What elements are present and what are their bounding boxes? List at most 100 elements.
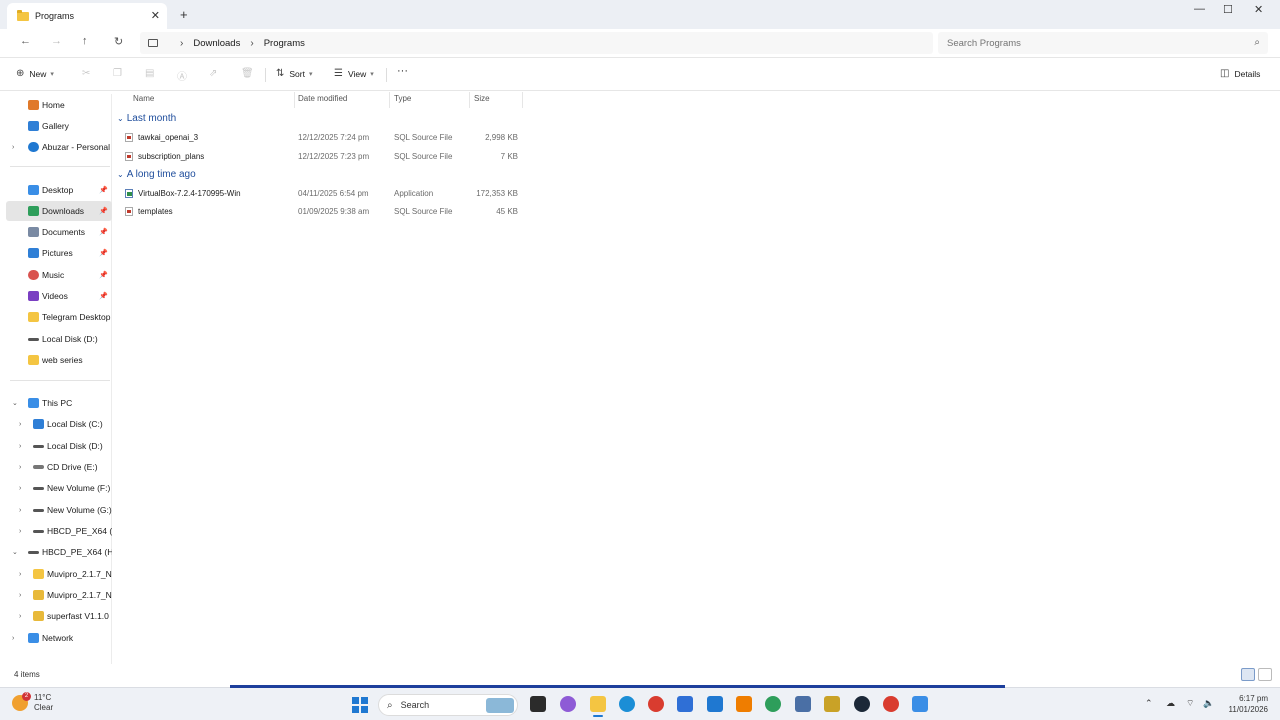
chevron-right-icon[interactable]: › [19,421,21,428]
new-tab-button[interactable]: + [180,7,188,22]
sidebar-item-documents[interactable]: Documents 📌 [6,222,112,242]
file-row[interactable]: templates 01/09/2025 9:38 am SQL Source … [120,203,520,221]
column-divider[interactable] [469,92,470,108]
sidebar-item-new-volume-g[interactable]: › New Volume (G:) [6,500,112,520]
sidebar-item-local-disk-d[interactable]: Local Disk (D:) [6,329,112,349]
sidebar-item-network[interactable]: › Network [6,628,112,648]
column-divider[interactable] [522,92,523,108]
column-header-size[interactable]: Size [474,94,490,106]
chevron-right-icon[interactable]: › [19,464,21,471]
sidebar-item-superfast[interactable]: › superfast V1.1.0 [6,606,112,626]
column-divider[interactable] [294,92,295,108]
chevron-right-icon[interactable]: › [12,144,14,151]
refresh-button[interactable]: ↻ [114,35,123,48]
chevron-right-icon[interactable]: › [19,507,21,514]
game-app-icon[interactable] [824,696,840,712]
close-window-button[interactable]: ✕ [1254,3,1263,16]
chevron-right-icon[interactable]: › [19,592,21,599]
weather-widget[interactable]: 2 11°C Clear [12,692,53,713]
rename-button[interactable]: Ⓐ [177,68,192,83]
sidebar-item-telegram-desktop[interactable]: Telegram Desktop [6,307,112,327]
start-button[interactable] [352,697,368,713]
group-header-long-ago[interactable]: ⌄ A long time ago [117,169,196,180]
close-tab-button[interactable]: ✕ [151,9,160,22]
wifi-icon[interactable]: ⌔ [1186,698,1194,709]
system-clock[interactable]: 6:17 pm 11/01/2026 [1222,693,1268,715]
copy-button[interactable]: ❐ [113,68,127,79]
chevron-down-icon[interactable]: ⌄ [12,548,18,556]
chevron-right-icon[interactable]: › [12,635,14,642]
sidebar-item-this-pc[interactable]: ⌄ This PC [6,393,112,413]
chrome-app-icon[interactable] [648,696,664,712]
volume-icon[interactable]: 🔈 [1203,698,1214,709]
paste-button[interactable]: ▤ [145,68,159,79]
terminal-app-icon[interactable] [530,696,546,712]
sidebar-item-desktop[interactable]: Desktop 📌 [6,180,112,200]
more-options-button[interactable]: ··· [397,65,408,77]
column-divider[interactable] [389,92,390,108]
chevron-right-icon[interactable]: › [19,443,21,450]
up-button[interactable]: ↑ [82,35,88,47]
view-button[interactable]: ☰ View ▾ [334,68,374,79]
chevron-right-icon[interactable]: › [19,613,21,620]
sidebar-item-new-volume-f[interactable]: › New Volume (F:) [6,478,112,498]
sidebar-item-web-series[interactable]: web series [6,350,112,370]
vlc-app-icon[interactable] [736,696,752,712]
vscode-app-icon[interactable] [707,696,723,712]
sidebar-item-home[interactable]: Home [6,95,112,115]
details-pane-button[interactable]: ◫ Details [1220,68,1260,79]
sidebar-item-videos[interactable]: Videos 📌 [6,286,112,306]
sidebar-item-gallery[interactable]: Gallery [6,116,112,136]
minimize-button[interactable]: — [1194,3,1205,15]
cut-button[interactable]: ✂ [82,68,95,79]
details-view-button[interactable] [1241,668,1255,681]
taskbar-search[interactable]: ⌕ Search [378,694,518,716]
breadcrumb-programs[interactable]: Programs [264,38,305,49]
group-header-last-month[interactable]: ⌄ Last month [117,113,176,124]
breadcrumb-downloads[interactable]: Downloads [193,38,240,49]
back-button[interactable]: ← [20,35,31,47]
sidebar-item-local-disk-c[interactable]: › Local Disk (C:) [6,414,112,434]
share-button[interactable]: ⇗ [209,68,222,79]
maximize-button[interactable]: ☐ [1223,3,1233,16]
sidebar-item-local-disk-d2[interactable]: › Local Disk (D:) [6,436,112,456]
sidebar-item-hbcd-drive[interactable]: › HBCD_PE_X64 (H: [6,521,112,541]
chrome-profile-app-icon[interactable] [765,696,781,712]
onedrive-tray-icon[interactable]: ☁ [1166,698,1175,709]
sidebar-item-music[interactable]: Music 📌 [6,265,112,285]
search-input[interactable] [947,32,1237,54]
chevron-right-icon[interactable]: › [19,528,21,535]
delete-button[interactable]: 🗑 [241,68,259,79]
tab-programs[interactable]: Programs ✕ [7,3,167,29]
file-explorer-app-icon[interactable] [590,696,606,717]
tiles-view-button[interactable] [1258,668,1272,681]
store-app-icon[interactable] [677,696,693,712]
sidebar-item-pictures[interactable]: Pictures 📌 [6,243,112,263]
steam-app-icon[interactable] [854,696,870,712]
column-header-name[interactable]: Name [133,94,154,106]
sidebar-item-muvipro-folder[interactable]: › Muvipro_2.1.7_Nu [6,564,112,584]
chrome-alt-app-icon[interactable] [883,696,899,712]
new-button[interactable]: ⊕ New ▾ [16,68,54,79]
address-bar[interactable]: › Downloads › Programs [140,32,933,54]
chevron-right-icon[interactable]: › [19,571,21,578]
sidebar-item-hbcd-usb[interactable]: ⌄ HBCD_PE_X64 (H:) [6,542,112,562]
file-row[interactable]: VirtualBox-7.2.4-170995-Win 04/11/2025 6… [120,185,520,203]
sidebar-item-onedrive[interactable]: › Abuzar - Personal [6,137,112,157]
remote-desktop-app-icon[interactable] [912,696,928,712]
forward-button[interactable]: → [51,35,62,47]
file-row[interactable]: subscription_plans 12/12/2025 7:23 pm SQ… [120,148,520,166]
edge-app-icon[interactable] [619,696,635,712]
copilot-app-icon[interactable] [560,696,576,712]
chevron-down-icon[interactable]: ⌄ [12,399,18,407]
sort-button[interactable]: ⇅ Sort ▾ [276,68,313,79]
column-header-type[interactable]: Type [394,94,411,106]
sidebar-item-muvipro-zip[interactable]: › Muvipro_2.1.7_Nu [6,585,112,605]
virtual-desktop-app-icon[interactable] [795,696,811,712]
chevron-up-icon[interactable]: ⌃ [1145,698,1153,709]
column-header-date[interactable]: Date modified [298,94,347,106]
sidebar-item-cd-drive-e[interactable]: › CD Drive (E:) [6,457,112,477]
file-row[interactable]: tawkai_openai_3 12/12/2025 7:24 pm SQL S… [120,129,520,147]
sidebar-item-downloads[interactable]: Downloads 📌 [6,201,112,221]
chevron-right-icon[interactable]: › [19,485,21,492]
